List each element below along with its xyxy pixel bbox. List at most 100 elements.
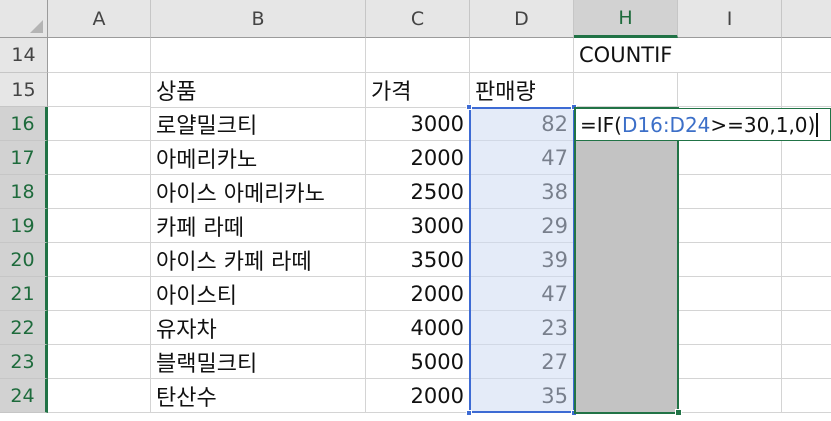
cell-j21[interactable] bbox=[782, 277, 831, 311]
sales-cell[interactable]: 23 bbox=[470, 311, 574, 345]
cell-a17[interactable] bbox=[48, 141, 151, 175]
cell-h23[interactable] bbox=[574, 345, 678, 379]
cell-a21[interactable] bbox=[48, 277, 151, 311]
row-header-21[interactable]: 21 bbox=[0, 277, 48, 311]
cell-i14[interactable] bbox=[678, 38, 782, 73]
cell-j18[interactable] bbox=[782, 175, 831, 209]
product-cell[interactable]: 유자차 bbox=[151, 311, 366, 345]
product-cell[interactable]: 카페 라떼 bbox=[151, 209, 366, 243]
cell-j15[interactable] bbox=[782, 73, 831, 107]
product-cell[interactable]: 아메리카노 bbox=[151, 141, 366, 175]
price-cell[interactable]: 2000 bbox=[366, 277, 470, 311]
row-header-19[interactable]: 19 bbox=[0, 209, 48, 243]
cell-j14[interactable] bbox=[782, 38, 831, 73]
cell-d14[interactable] bbox=[470, 38, 574, 73]
row-header-14[interactable]: 14 bbox=[0, 38, 48, 73]
sales-cell[interactable]: 47 bbox=[470, 277, 574, 311]
row-header-16[interactable]: 16 bbox=[0, 107, 48, 141]
price-cell[interactable]: 5000 bbox=[366, 345, 470, 379]
cell-i15[interactable] bbox=[678, 73, 782, 107]
price-cell[interactable]: 3500 bbox=[366, 243, 470, 277]
cell-j23[interactable] bbox=[782, 345, 831, 379]
cell-a16[interactable] bbox=[48, 107, 151, 141]
cell-j20[interactable] bbox=[782, 243, 831, 277]
cell-a20[interactable] bbox=[48, 243, 151, 277]
header-price[interactable]: 가격 bbox=[366, 73, 470, 108]
column-header-b[interactable]: B bbox=[151, 0, 366, 38]
row-header-20[interactable]: 20 bbox=[0, 243, 48, 277]
cell-j19[interactable] bbox=[782, 209, 831, 243]
cell-h17[interactable] bbox=[574, 141, 678, 175]
cell-h19[interactable] bbox=[574, 209, 678, 243]
product-cell[interactable]: 탄산수 bbox=[151, 379, 366, 413]
sales-cell[interactable]: 82 bbox=[470, 107, 574, 141]
price-cell[interactable]: 2000 bbox=[366, 141, 470, 175]
row-header-17[interactable]: 17 bbox=[0, 141, 48, 175]
cell-a24[interactable] bbox=[48, 379, 151, 413]
cell-a15[interactable] bbox=[48, 73, 151, 107]
cell-a18[interactable] bbox=[48, 175, 151, 209]
product-cell[interactable]: 로얄밀크티 bbox=[151, 107, 366, 141]
cell-a14[interactable] bbox=[48, 38, 151, 73]
select-all-button[interactable] bbox=[0, 0, 48, 38]
cell-a19[interactable] bbox=[48, 209, 151, 243]
cell-h14[interactable]: COUNTIF bbox=[574, 38, 678, 73]
sales-cell[interactable]: 27 bbox=[470, 345, 574, 379]
cell-i23[interactable] bbox=[678, 345, 782, 379]
cell-i18[interactable] bbox=[678, 175, 782, 209]
cell-i19[interactable] bbox=[678, 209, 782, 243]
column-header-c[interactable]: C bbox=[366, 0, 470, 38]
formula-suffix: >=30,1,0) bbox=[710, 112, 816, 137]
cell-i17[interactable] bbox=[678, 141, 782, 175]
header-product[interactable]: 상품 bbox=[151, 73, 366, 108]
column-header-i[interactable]: I bbox=[678, 0, 782, 38]
column-header-a[interactable]: A bbox=[48, 0, 151, 38]
formula-edit-cell-h16[interactable]: =IF(D16:D24 >=30,1,0) bbox=[575, 108, 831, 141]
price-cell[interactable]: 3000 bbox=[366, 107, 470, 141]
sales-cell[interactable]: 35 bbox=[470, 379, 574, 413]
formula-range-reference: D16:D24 bbox=[621, 112, 711, 137]
column-header-j[interactable] bbox=[782, 0, 831, 38]
select-all-triangle-icon bbox=[30, 20, 43, 33]
product-cell[interactable]: 아이스 아메리카노 bbox=[151, 175, 366, 209]
cell-j24[interactable] bbox=[782, 379, 831, 413]
price-cell[interactable]: 2500 bbox=[366, 175, 470, 209]
cell-a23[interactable] bbox=[48, 345, 151, 379]
cell-i21[interactable] bbox=[678, 277, 782, 311]
cell-a22[interactable] bbox=[48, 311, 151, 345]
row-header-24[interactable]: 24 bbox=[0, 379, 48, 413]
cell-j17[interactable] bbox=[782, 141, 831, 175]
cell-h20[interactable] bbox=[574, 243, 678, 277]
column-header-d[interactable]: D bbox=[470, 0, 574, 38]
cell-h24[interactable] bbox=[574, 379, 678, 413]
cell-j22[interactable] bbox=[782, 311, 831, 345]
cell-i24[interactable] bbox=[678, 379, 782, 413]
cell-h22[interactable] bbox=[574, 311, 678, 345]
formula-prefix: =IF( bbox=[580, 112, 622, 137]
product-cell[interactable]: 블랙밀크티 bbox=[151, 345, 366, 379]
cell-i20[interactable] bbox=[678, 243, 782, 277]
sales-cell[interactable]: 29 bbox=[470, 209, 574, 243]
cell-c14[interactable] bbox=[366, 38, 470, 73]
row-header-18[interactable]: 18 bbox=[0, 175, 48, 209]
row-header-15[interactable]: 15 bbox=[0, 73, 48, 107]
cell-h18[interactable] bbox=[574, 175, 678, 209]
cell-i22[interactable] bbox=[678, 311, 782, 345]
sales-cell[interactable]: 47 bbox=[470, 141, 574, 175]
price-cell[interactable]: 3000 bbox=[366, 209, 470, 243]
product-cell[interactable]: 아이스 카페 라떼 bbox=[151, 243, 366, 277]
price-cell[interactable]: 4000 bbox=[366, 311, 470, 345]
cell-h15[interactable] bbox=[574, 73, 678, 107]
column-header-h[interactable]: H bbox=[574, 0, 678, 38]
price-cell[interactable]: 2000 bbox=[366, 379, 470, 413]
cell-b14[interactable] bbox=[151, 38, 366, 73]
product-cell[interactable]: 아이스티 bbox=[151, 277, 366, 311]
row-header-22[interactable]: 22 bbox=[0, 311, 48, 345]
text-cursor bbox=[816, 112, 819, 137]
sales-cell[interactable]: 39 bbox=[470, 243, 574, 277]
header-sales[interactable]: 판매량 bbox=[470, 73, 574, 108]
cell-h21[interactable] bbox=[574, 277, 678, 311]
row-header-23[interactable]: 23 bbox=[0, 345, 48, 379]
spreadsheet-grid[interactable]: A B C D H I 14 15 16 17 18 19 20 21 22 23 24 COUNT… bbox=[0, 0, 831, 421]
sales-cell[interactable]: 38 bbox=[470, 175, 574, 209]
